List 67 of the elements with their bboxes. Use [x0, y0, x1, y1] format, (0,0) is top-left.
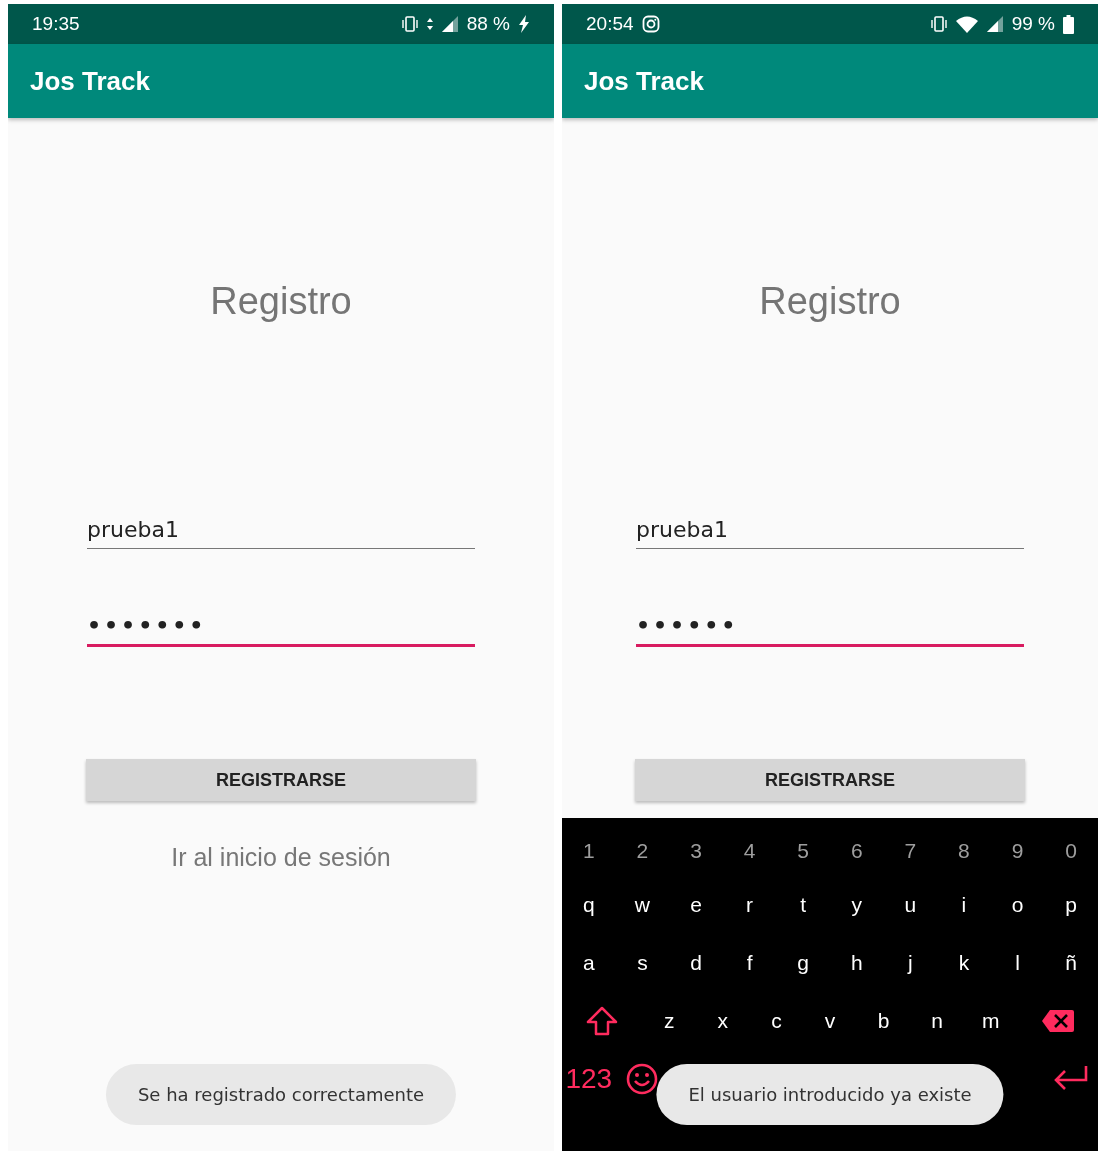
- keyboard-key[interactable]: b: [856, 1009, 911, 1033]
- signal-icon: [440, 15, 459, 33]
- keyboard-key[interactable]: n: [910, 1009, 964, 1033]
- keyboard-key[interactable]: p: [1044, 893, 1098, 917]
- keyboard-key[interactable]: a: [562, 951, 616, 975]
- vibrate-icon: [929, 16, 948, 32]
- keyboard-key[interactable]: l: [990, 951, 1045, 975]
- status-time: 20:54: [586, 13, 634, 35]
- keyboard-key[interactable]: r: [722, 893, 777, 917]
- keyboard-key[interactable]: k: [937, 951, 991, 975]
- keyboard-key[interactable]: o: [990, 893, 1045, 917]
- page-heading: Registro: [210, 280, 352, 323]
- keyboard-key[interactable]: 3: [669, 839, 723, 863]
- keyboard-key[interactable]: t: [776, 893, 830, 917]
- shift-icon[interactable]: [586, 1006, 619, 1036]
- page-heading: Registro: [759, 280, 901, 323]
- charging-icon: [518, 15, 530, 33]
- status-time: 19:35: [32, 13, 80, 35]
- keyboard-key[interactable]: 9: [990, 839, 1045, 863]
- keyboard-key[interactable]: 2: [615, 839, 670, 863]
- battery-percent: 88 %: [466, 13, 510, 35]
- keyboard-key[interactable]: f: [722, 951, 777, 975]
- keyboard-key[interactable]: g: [776, 951, 830, 975]
- keyboard-key[interactable]: ñ: [1044, 951, 1098, 975]
- wifi-icon: [955, 15, 978, 33]
- toast-message: El usuario introducido ya existe: [656, 1064, 1004, 1125]
- password-field[interactable]: •••••••: [87, 609, 475, 647]
- keyboard-key[interactable]: 4: [722, 839, 777, 863]
- keyboard-key[interactable]: e: [669, 893, 723, 917]
- keyboard-key[interactable]: m: [963, 1009, 1018, 1033]
- keyboard-key[interactable]: 6: [829, 839, 884, 863]
- app-title: Jos Track: [30, 65, 150, 97]
- keyboard-key[interactable]: i: [937, 893, 991, 917]
- username-field[interactable]: prueba1: [87, 513, 475, 549]
- numbers-key[interactable]: 123: [562, 1063, 616, 1095]
- keyboard-key[interactable]: 8: [937, 839, 991, 863]
- keyboard-key[interactable]: y: [829, 893, 884, 917]
- username-field[interactable]: prueba1: [636, 513, 1024, 549]
- camera-icon: [641, 15, 660, 33]
- vibrate-icon: [400, 16, 419, 32]
- keyboard-key[interactable]: c: [749, 1009, 804, 1033]
- keyboard-key[interactable]: q: [562, 893, 616, 917]
- keyboard-key[interactable]: x: [696, 1009, 750, 1033]
- keyboard-key[interactable]: z: [642, 1009, 696, 1033]
- mobile-data-icon: [426, 18, 433, 30]
- register-button[interactable]: REGISTRARSE: [635, 759, 1025, 801]
- battery-percent: 99 %: [1011, 13, 1055, 35]
- keyboard-key[interactable]: 0: [1044, 839, 1098, 863]
- toast-message: Se ha registrado correctamente: [105, 1064, 457, 1125]
- emoji-icon[interactable]: [626, 1063, 659, 1095]
- keyboard-key[interactable]: 1: [562, 839, 616, 863]
- register-button[interactable]: REGISTRARSE: [86, 759, 476, 801]
- keyboard-key[interactable]: h: [829, 951, 884, 975]
- keyboard-key[interactable]: j: [883, 951, 938, 975]
- keyboard-key[interactable]: s: [615, 951, 670, 975]
- battery-icon: [1063, 14, 1074, 34]
- signal-icon: [985, 15, 1004, 33]
- keyboard-key[interactable]: 5: [776, 839, 830, 863]
- login-link[interactable]: Ir al inicio de sesión: [171, 843, 391, 872]
- keyboard-key[interactable]: u: [883, 893, 938, 917]
- backspace-icon[interactable]: [1041, 1009, 1074, 1033]
- app-title: Jos Track: [584, 65, 704, 97]
- keyboard-key[interactable]: 7: [883, 839, 938, 863]
- password-field[interactable]: ••••••: [636, 609, 1024, 647]
- keyboard-key[interactable]: w: [615, 893, 670, 917]
- keyboard-key[interactable]: d: [669, 951, 723, 975]
- keyboard-key[interactable]: v: [803, 1009, 857, 1033]
